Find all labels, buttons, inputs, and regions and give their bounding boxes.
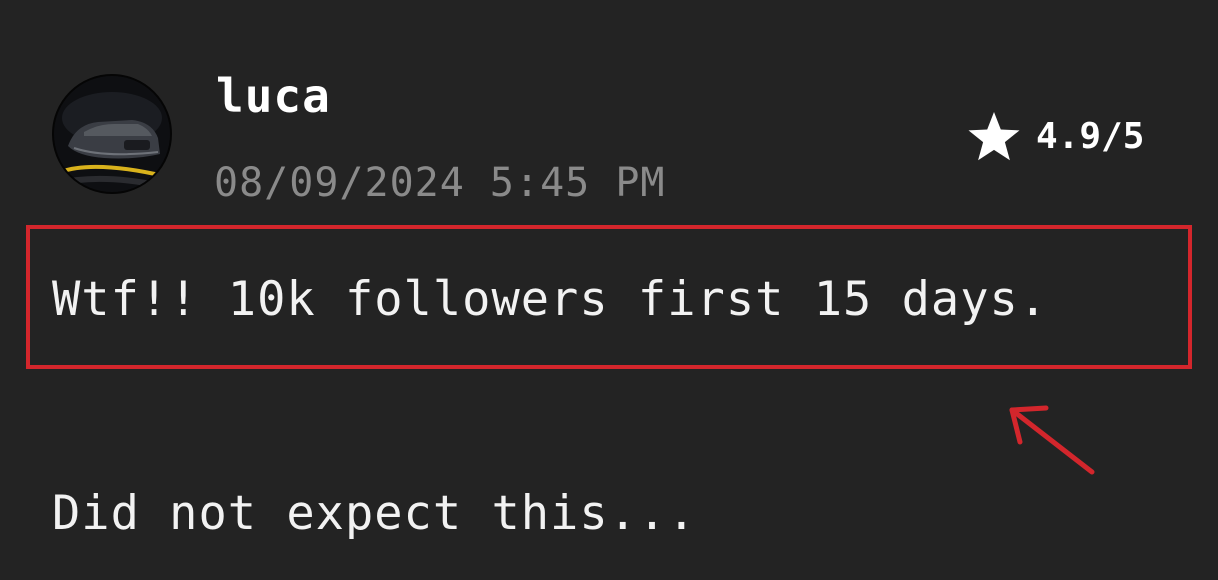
comment-timestamp: 08/09/2024 5:45 PM <box>214 160 666 206</box>
comment-text-line: Wtf!! 10k followers first 15 days. <box>52 272 1049 327</box>
rating-value: 4.9/5 <box>1036 116 1145 157</box>
rating: 4.9/5 <box>966 110 1144 164</box>
star-icon <box>968 112 1020 161</box>
comment-text-line: Did not expect this... <box>52 486 697 541</box>
username[interactable]: luca <box>216 66 331 126</box>
red-arrow-icon <box>1009 405 1095 475</box>
car-avatar-icon <box>54 76 170 192</box>
avatar[interactable] <box>52 74 172 194</box>
